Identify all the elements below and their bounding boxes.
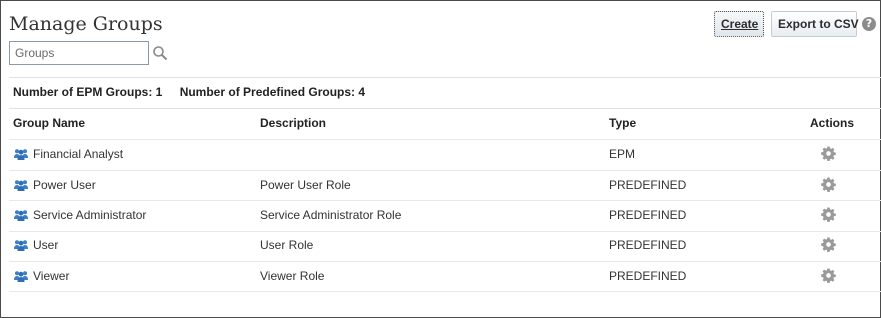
gear-icon[interactable]	[821, 237, 836, 252]
group-type: PREDEFINED	[609, 269, 687, 283]
search-icon[interactable]	[152, 45, 168, 61]
row-divider	[9, 291, 881, 292]
group-icon	[14, 271, 28, 282]
table-row[interactable]: Viewer Viewer Role PREDEFINED	[9, 262, 881, 292]
group-type: EPM	[609, 147, 636, 161]
group-description: User Role	[260, 238, 314, 252]
search-area	[9, 41, 168, 65]
group-icon	[14, 240, 28, 251]
group-name[interactable]: Viewer	[33, 269, 69, 283]
table-row[interactable]: User User Role PREDEFINED	[9, 231, 881, 261]
create-button-label: Create	[721, 17, 759, 31]
help-icon[interactable]: ?	[862, 17, 876, 31]
group-description: Power User Role	[260, 178, 351, 192]
column-header-group-name[interactable]: Group Name	[13, 116, 85, 130]
group-type: PREDEFINED	[609, 238, 687, 252]
column-header-description[interactable]: Description	[260, 116, 326, 130]
export-to-csv-button[interactable]: Export to CSV	[771, 11, 859, 37]
group-name[interactable]: User	[33, 238, 58, 252]
group-icon	[14, 210, 28, 221]
page-title: Manage Groups	[9, 13, 163, 35]
group-description: Service Administrator Role	[260, 208, 402, 222]
table-row[interactable]: Service Administrator Service Administra…	[9, 201, 881, 231]
group-type: PREDEFINED	[609, 178, 687, 192]
group-counts: Number of EPM Groups: 1 Number of Predef…	[13, 85, 365, 99]
column-header-type[interactable]: Type	[609, 116, 636, 130]
group-icon	[14, 180, 28, 191]
gear-icon[interactable]	[821, 146, 836, 161]
gear-icon[interactable]	[821, 268, 836, 283]
search-input[interactable]	[9, 41, 149, 65]
group-description: Viewer Role	[260, 269, 325, 283]
create-button[interactable]: Create	[714, 11, 764, 37]
manage-groups-panel: Manage Groups Create Export to CSV ? Num…	[0, 0, 881, 318]
gear-icon[interactable]	[821, 177, 836, 192]
gear-icon[interactable]	[821, 207, 836, 222]
group-name[interactable]: Service Administrator	[33, 208, 146, 222]
group-name[interactable]: Power User	[33, 178, 96, 192]
group-icon	[14, 149, 28, 160]
divider	[9, 77, 881, 78]
epm-groups-count: Number of EPM Groups: 1	[13, 85, 163, 99]
group-type: PREDEFINED	[609, 208, 687, 222]
group-name[interactable]: Financial Analyst	[33, 147, 123, 161]
column-header-actions: Actions	[810, 116, 855, 130]
predefined-groups-count: Number of Predefined Groups: 4	[179, 85, 366, 99]
divider	[9, 108, 881, 109]
table-row[interactable]: Power User Power User Role PREDEFINED	[9, 171, 881, 201]
table-row[interactable]: Financial Analyst EPM	[9, 140, 881, 170]
